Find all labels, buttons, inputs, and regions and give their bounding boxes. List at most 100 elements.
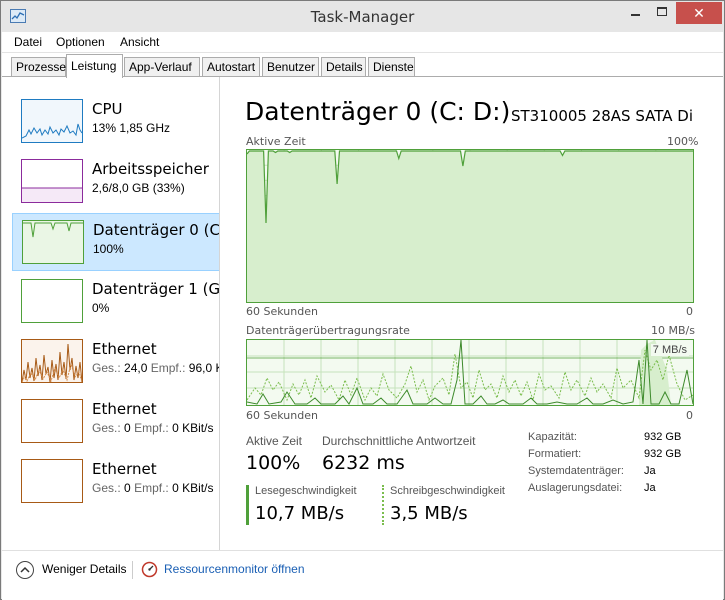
property-value: 932 GB	[644, 448, 682, 460]
read-speed-value: 10,7 MB/s	[255, 503, 345, 524]
property-key: Auslagerungsdatei:	[528, 482, 623, 494]
tab-autostart[interactable]: Autostart	[202, 57, 260, 77]
ethernet1-thumbnail	[21, 339, 83, 383]
chart2-zero-label: 0	[686, 409, 693, 422]
property-row: Systemdatenträger: Ja	[528, 465, 718, 482]
received-label: Empf.:	[150, 361, 186, 375]
property-value: Ja	[644, 465, 656, 477]
sidebar-item-value: Ges.: 0 Empf.: 0 KBit/s	[92, 481, 213, 495]
property-row: Formatiert: 932 GB	[528, 448, 718, 465]
cpu-thumbnail	[21, 99, 83, 143]
sidebar-item-value: 13% 1,85 GHz	[92, 121, 171, 135]
tab-prozesse[interactable]: Prozesse	[11, 57, 66, 77]
property-value: Ja	[644, 482, 656, 494]
sidebar-item-value: 2,6/8,0 GB (33%)	[92, 181, 185, 195]
ethernet2-thumbnail	[21, 399, 83, 443]
window-title: Task-Manager	[310, 8, 415, 26]
transfer-rate-chart: 7 MB/s	[246, 339, 694, 406]
response-time-value: 6232 ms	[322, 452, 405, 474]
sent-label: Ges.:	[92, 421, 121, 435]
received-value: 0 KBit/s	[172, 481, 214, 495]
property-value: 932 GB	[644, 431, 682, 443]
sidebar-item-cpu[interactable]: CPU 13% 1,85 GHz	[12, 93, 219, 151]
tab-details[interactable]: Details	[321, 57, 366, 77]
received-value: 0 KBit/s	[172, 421, 214, 435]
menu-bar: Datei Optionen Ansicht	[2, 32, 723, 53]
property-key: Systemdatenträger:	[528, 465, 624, 477]
sidebar-item-label: CPU	[92, 100, 123, 118]
active-time-area	[247, 151, 693, 302]
footer-divider	[132, 561, 133, 579]
performance-panel: CPU 13% 1,85 GHz Arbeitsspeicher 2,6/8,0…	[2, 76, 723, 550]
minimize-icon	[631, 14, 640, 16]
sent-value: 24,0	[124, 361, 148, 375]
tab-leistung[interactable]: Leistung	[66, 54, 123, 78]
active-time-label: Aktive Zeit	[246, 434, 303, 448]
sidebar-item-label: Ethernet	[92, 340, 157, 358]
write-speed-label: Schreibgeschwindigkeit	[390, 485, 505, 497]
menu-ansicht[interactable]: Ansicht	[120, 35, 159, 49]
chart1-time-label: 60 Sekunden	[246, 305, 318, 318]
menu-optionen[interactable]: Optionen	[56, 35, 105, 49]
chart2-label: Datenträgerübertragungsrate	[246, 324, 410, 337]
property-key: Kapazität:	[528, 431, 577, 443]
sidebar-item-label: Ethernet	[92, 460, 157, 478]
active-time-chart	[246, 149, 694, 303]
fewer-details-button[interactable]: Weniger Details	[42, 562, 126, 576]
sidebar-item-ethernet-3[interactable]: Ethernet Ges.: 0 Empf.: 0 KBit/s	[12, 453, 219, 511]
device-model: ST310005 28AS SATA Di...	[511, 107, 693, 125]
open-resource-monitor-link[interactable]: Ressourcenmonitor öffnen	[164, 562, 305, 576]
sidebar-item-label: Arbeitsspeicher	[92, 160, 209, 178]
sidebar-item-ethernet-2[interactable]: Ethernet Ges.: 0 Empf.: 0 KBit/s	[12, 393, 219, 451]
footer-bar: Weniger Details Ressourcenmonitor öffnen	[2, 550, 723, 600]
sent-value: 0	[124, 421, 131, 435]
property-row: Auslagerungsdatei: Ja	[528, 482, 718, 499]
sent-value: 0	[124, 481, 131, 495]
chart1-zero-label: 0	[686, 305, 693, 318]
active-time-value: 100%	[246, 452, 301, 474]
sidebar-item-disk0[interactable]: Datenträger 0 (C: D:) 100%	[12, 213, 220, 271]
sidebar-item-disk1[interactable]: Datenträger 1 (G:) 0%	[12, 273, 220, 331]
read-speed-block: Lesegeschwindigkeit 10,7 MB/s	[246, 485, 357, 525]
received-value: 96,0 KBit/s	[188, 361, 219, 375]
close-icon: ✕	[693, 5, 705, 21]
memory-thumbnail	[21, 159, 83, 203]
chevron-up-icon[interactable]	[16, 561, 34, 579]
received-label: Empf.:	[134, 421, 169, 435]
chart2-max-label: 10 MB/s	[651, 324, 695, 337]
chart2-time-label: 60 Sekunden	[246, 409, 318, 422]
active-time-graph	[247, 150, 693, 302]
sidebar-item-label: Datenträger 1 (G:)	[92, 280, 220, 298]
chart2-marker-label: 7 MB/s	[650, 344, 689, 356]
sidebar-item-ethernet-1[interactable]: Ethernet Ges.: 24,0 Empf.: 96,0 KBit/s	[12, 333, 219, 391]
property-row: Kapazität: 932 GB	[528, 431, 718, 448]
disk0-thumbnail	[22, 220, 84, 264]
sidebar-item-memory[interactable]: Arbeitsspeicher 2,6/8,0 GB (33%)	[12, 153, 219, 211]
tab-dienste[interactable]: Dienste	[368, 57, 415, 77]
sent-label: Ges.:	[92, 481, 121, 495]
write-speed-block: Schreibgeschwindigkeit 3,5 MB/s	[382, 485, 505, 525]
resource-monitor-icon[interactable]	[141, 561, 158, 578]
menu-datei[interactable]: Datei	[14, 35, 42, 49]
read-speed-label: Lesegeschwindigkeit	[255, 485, 357, 497]
transfer-rate-graph	[247, 340, 693, 405]
chart1-max-label: 100%	[667, 135, 699, 148]
disk-properties: Kapazität: 932 GB Formatiert: 932 GB Syste…	[528, 431, 718, 499]
received-label: Empf.:	[134, 481, 169, 495]
close-button[interactable]: ✕	[676, 2, 722, 24]
tab-benutzer[interactable]: Benutzer	[262, 57, 319, 77]
ethernet3-thumbnail	[21, 459, 83, 503]
tab-bar: Prozesse Leistung App-Verlauf Autostart …	[2, 53, 723, 78]
sidebar-item-label: Datenträger 0 (C: D:)	[93, 221, 220, 239]
minimize-button[interactable]	[622, 2, 649, 24]
response-time-label: Durchschnittliche Antwortzeit	[322, 434, 476, 448]
maximize-button[interactable]	[649, 2, 676, 24]
sidebar-item-value: Ges.: 24,0 Empf.: 96,0 KBit/s	[92, 361, 219, 375]
sidebar-item-value: 100%	[93, 242, 124, 256]
tab-app-verlauf[interactable]: App-Verlauf	[124, 57, 200, 77]
sidebar-item-value: 0%	[92, 301, 110, 315]
page-title: Datenträger 0 (C: D:)	[245, 97, 511, 126]
maximize-icon	[657, 7, 667, 16]
title-bar: Task-Manager ✕	[1, 1, 724, 32]
sidebar-item-value: Ges.: 0 Empf.: 0 KBit/s	[92, 421, 213, 435]
